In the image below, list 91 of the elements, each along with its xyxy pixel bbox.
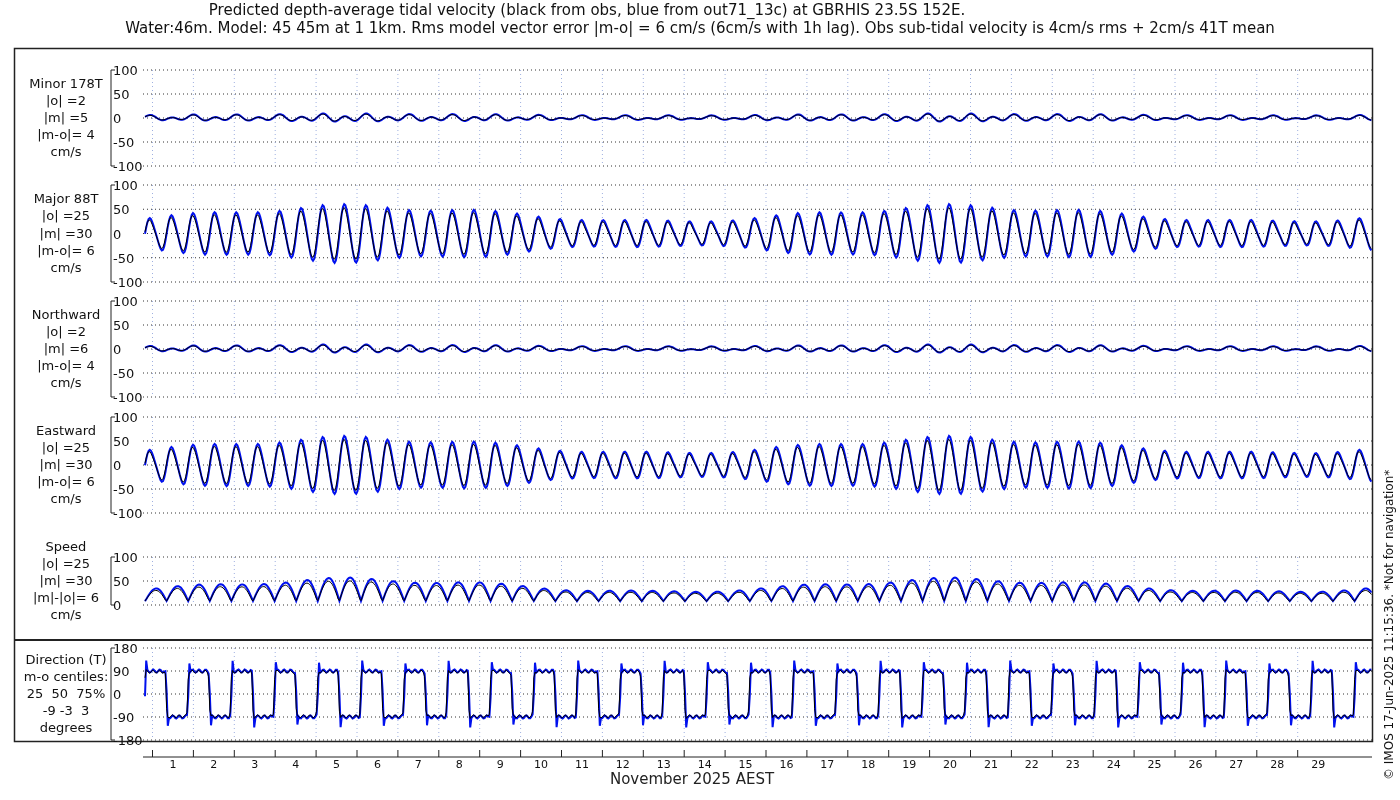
- panel-label: |m-o|= 6: [37, 242, 95, 258]
- day-label: 22: [1024, 758, 1039, 771]
- tick-label: 100: [113, 410, 138, 425]
- panel-label: Northward: [31, 306, 101, 322]
- tick-label: 100: [113, 294, 138, 309]
- panel-label: Minor 178T: [29, 75, 103, 91]
- tick-label: 0: [113, 598, 122, 613]
- day-label: 23: [1065, 758, 1080, 771]
- day-label: 8: [455, 758, 463, 771]
- panel-label: cm/s: [50, 259, 82, 275]
- day-label: 3: [251, 758, 259, 771]
- tick-label: 100: [113, 178, 138, 193]
- day-label: 2: [210, 758, 218, 771]
- day-label: 25: [1147, 758, 1162, 771]
- tick-label: -50: [113, 366, 135, 381]
- tick-label: 100: [113, 550, 138, 565]
- day-label: 4: [292, 758, 300, 771]
- panel-label: Direction (T): [25, 651, 107, 667]
- tick-label: -100: [113, 390, 143, 405]
- panel-label: m-o centiles:: [23, 668, 109, 684]
- footer-note: © IMOS 17-Jun-2025 11:15:36. *Not for navigation*: [1382, 469, 1396, 780]
- panel-label: |m| =30: [39, 573, 93, 588]
- tick-label: 0: [113, 111, 122, 126]
- chart-title: Predicted depth-average tidal velocity (black from obs, blue from out71_13c) at GBRHIS 23.5S 152E.: [208, 1, 966, 19]
- day-label: 19: [902, 758, 917, 771]
- tick-label: 50: [113, 434, 130, 449]
- tick-label: -100: [113, 506, 143, 521]
- tick-label: 0: [113, 458, 122, 473]
- day-label: 11: [574, 758, 589, 771]
- axis-title: November 2025 AEST: [609, 770, 775, 788]
- day-label: 13: [656, 758, 671, 771]
- tick-label: -100: [113, 275, 143, 290]
- panel-label: |m-o|= 4: [37, 127, 95, 143]
- panel-label: |m| =5: [43, 110, 89, 125]
- panel-label: |m-o|= 4: [37, 358, 95, 374]
- tick-label: -50: [113, 135, 135, 150]
- tick-label: 0: [113, 226, 122, 242]
- day-label: 6: [373, 758, 381, 771]
- panel-label: Eastward: [36, 422, 96, 438]
- panel-label: degrees: [39, 720, 93, 736]
- panel-label: |o| =2: [46, 92, 86, 108]
- tick-label: 180: [113, 641, 138, 656]
- panel-label: cm/s: [50, 607, 82, 623]
- tick-label: 50: [113, 318, 130, 333]
- day-label: 9: [496, 758, 504, 771]
- panel-label: cm/s: [50, 144, 82, 160]
- day-label: 15: [738, 758, 753, 771]
- tick-label: 0: [113, 342, 122, 357]
- tick-label: 50: [113, 202, 130, 218]
- panel-label: -9 -3 3: [42, 703, 90, 719]
- day-label: 27: [1229, 758, 1244, 771]
- tick-label: -50: [113, 250, 135, 266]
- tick-label: 0: [113, 687, 122, 702]
- panel-label: |m| =30: [39, 457, 93, 472]
- panel-label: |m|-|o|= 6: [32, 590, 100, 606]
- day-label: 24: [1106, 758, 1121, 771]
- day-label: 7: [414, 758, 422, 771]
- day-label: 1: [169, 758, 177, 771]
- tick-label: -100: [113, 159, 143, 174]
- day-label: 20: [943, 758, 958, 771]
- panel-label: |m-o|= 6: [37, 474, 95, 490]
- day-label: 18: [861, 758, 876, 771]
- day-label: 16: [779, 758, 794, 771]
- day-label: 21: [983, 758, 998, 771]
- tick-label: -50: [113, 482, 135, 497]
- tick-label: 100: [113, 63, 138, 78]
- panel-label: 25 50 75%: [26, 686, 106, 701]
- panel-label: Speed: [45, 538, 87, 554]
- panel-label: |o| =25: [41, 555, 91, 571]
- panel-label: |m| =6: [43, 341, 89, 356]
- day-label: 28: [1270, 758, 1285, 771]
- y-axis: [110, 556, 116, 606]
- panel-label: |o| =25: [41, 439, 91, 455]
- tick-label: -90: [113, 710, 135, 725]
- day-label: 17: [820, 758, 835, 771]
- tick-label: 50: [113, 87, 130, 102]
- panel-label: |m| =30: [39, 225, 93, 241]
- panel-label: cm/s: [50, 375, 82, 391]
- panel-label: Major 88T: [33, 191, 99, 207]
- panel-label: cm/s: [50, 491, 82, 507]
- day-label: 29: [1311, 758, 1326, 771]
- day-label: 12: [615, 758, 630, 771]
- day-label: 10: [534, 758, 549, 771]
- day-label: 5: [333, 758, 341, 771]
- panel-label: |o| =2: [46, 323, 86, 339]
- day-label: 26: [1188, 758, 1203, 771]
- day-label: 14: [697, 758, 712, 771]
- panel-label: |o| =25: [41, 208, 91, 224]
- tick-label: 50: [113, 574, 130, 589]
- chart-title: Water:46m. Model: 45 45m at 1 1km. Rms model vector error |m-o| = 6 cm/s (6cm/s with 1h lag). Obs sub-tidal velocity is 4cm/s rms + 2cm/s 41T mean: [125, 19, 1275, 37]
- tick-label: 90: [113, 664, 130, 679]
